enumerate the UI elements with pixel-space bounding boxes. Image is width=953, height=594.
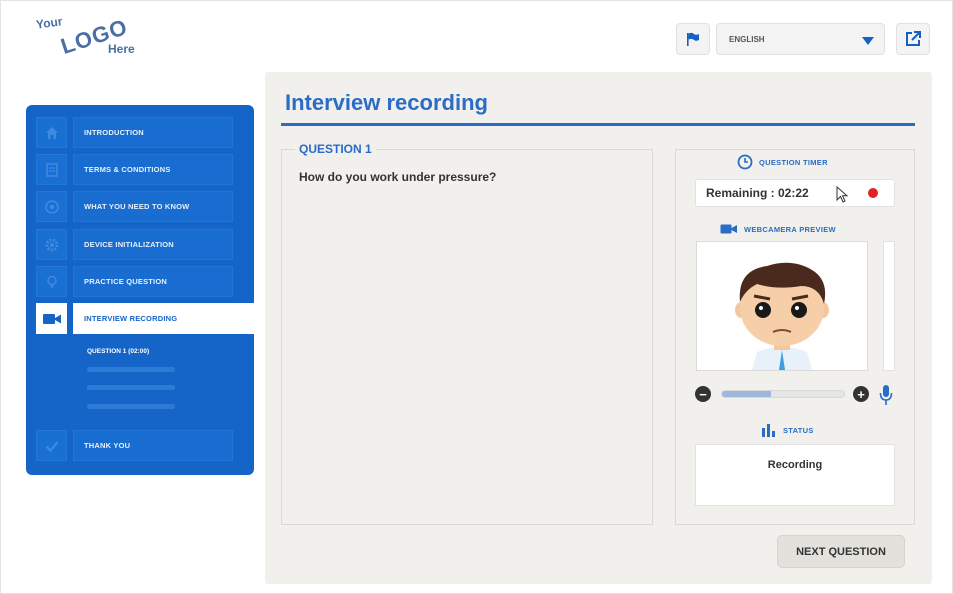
question-label: QUESTION 1 [295,142,376,156]
sidebar-item-interview-recording[interactable]: INTERVIEW RECORDING [36,303,266,334]
status-text: Recording [767,459,823,471]
sidebar-subitem-placeholder [87,385,175,390]
cursor-icon [836,186,849,203]
volume-control: − + [695,384,895,406]
webcam-heading-label: WEBCAMERA PREVIEW [744,224,836,234]
logo-line-3: Here [108,42,135,56]
video-camera-icon [36,303,67,334]
next-question-button[interactable]: NEXT QUESTION [777,535,905,568]
sidebar-item-device-initialization[interactable]: DEVICE INITIALIZATION [36,229,266,260]
sidebar-item-thank-you[interactable]: THANK YOU [36,430,266,461]
flag-button[interactable] [676,23,710,55]
sidebar-item-label: TERMS & CONDITIONS [73,154,233,185]
sidebar-item-terms[interactable]: TERMS & CONDITIONS [36,154,266,185]
external-link-icon [906,31,921,46]
company-logo: Your LOGO Here [34,12,154,62]
webcam-heading: WEBCAMERA PREVIEW [720,223,836,235]
popout-button[interactable] [896,23,930,55]
sidebar-subitem-placeholder [87,367,175,372]
timer-heading: QUESTION TIMER [737,154,828,170]
title-divider [281,123,915,126]
status-heading: STATUS [761,422,814,438]
logo-line-1: Your [35,14,64,32]
status-display: Recording [695,444,895,506]
sidebar-item-label: PRACTICE QUESTION [73,266,233,297]
webcam-preview [696,241,868,371]
chevron-down-icon [862,37,874,45]
volume-up-button[interactable]: + [853,386,869,402]
sidebar-item-label: WHAT YOU NEED TO KNOW [73,191,233,222]
home-icon [36,117,67,148]
language-value: ENGLISH [729,34,765,44]
sidebar-item-label: INTRODUCTION [73,117,233,148]
question-text: How do you work under pressure? [299,170,497,184]
gear-icon [36,229,67,260]
volume-level-fill [722,391,771,397]
sidebar-subitem-placeholder [87,404,175,409]
sidebar-item-practice-question[interactable]: PRACTICE QUESTION [36,266,266,297]
clock-icon [737,154,753,170]
bar-chart-icon [762,424,775,437]
language-select[interactable]: ENGLISH [716,23,885,55]
volume-down-button[interactable]: − [695,386,711,402]
document-icon [36,154,67,185]
video-camera-icon [720,224,737,234]
sidebar-item-label: INTERVIEW RECORDING [73,303,263,334]
sidebar-subitem-question-1[interactable]: QUESTION 1 (02:00) [87,348,149,355]
status-heading-label: STATUS [783,425,814,435]
page-title: Interview recording [285,90,488,115]
timer-heading-label: QUESTION TIMER [759,157,828,167]
microphone-icon[interactable] [879,384,893,406]
sidebar-item-label: THANK YOU [73,430,233,461]
sidebar-nav: INTRODUCTION TERMS & CONDITIONS WHAT YOU… [26,105,263,475]
main-panel: Interview recording QUESTION 1 How do yo… [265,72,932,584]
webcam-scrollbar[interactable] [883,241,895,371]
avatar [735,262,829,370]
timer-text: Remaining : 02:22 [706,186,809,200]
help-icon [36,191,67,222]
question-panel [281,149,653,525]
sidebar-item-label: DEVICE INITIALIZATION [73,229,233,260]
record-indicator-icon [868,188,878,198]
volume-slider[interactable] [721,390,845,398]
lightbulb-icon [36,266,67,297]
sidebar-item-what-you-need-to-know[interactable]: WHAT YOU NEED TO KNOW [36,191,266,222]
flag-icon [687,32,699,46]
sidebar-item-introduction[interactable]: INTRODUCTION [36,117,266,148]
timer-display: Remaining : 02:22 [695,179,895,207]
checkmark-icon [36,430,67,461]
